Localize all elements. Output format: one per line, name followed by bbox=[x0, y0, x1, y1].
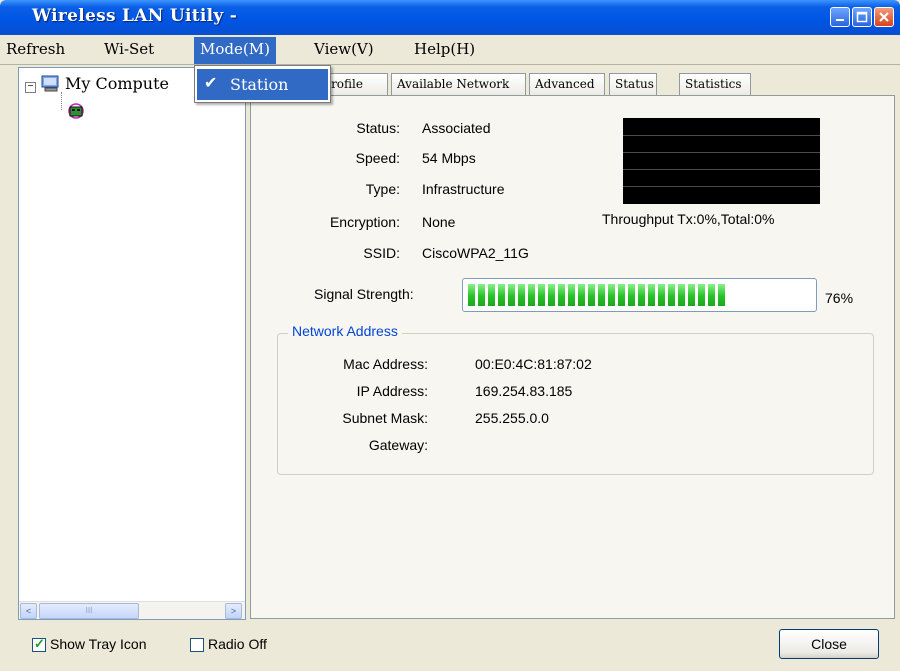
gateway-label: Gateway: bbox=[368, 437, 428, 453]
signal-segment bbox=[498, 284, 505, 306]
tree-horizontal-scrollbar[interactable]: < III > bbox=[19, 601, 245, 619]
show-tray-icon-label[interactable]: Show Tray Icon bbox=[50, 636, 147, 652]
radio-off-label[interactable]: Radio Off bbox=[208, 636, 267, 652]
network-address-group bbox=[277, 333, 874, 475]
speed-value: 54 Mbps bbox=[422, 150, 476, 166]
menu-help[interactable]: Help(H) bbox=[414, 40, 475, 58]
device-tree-panel[interactable]: − My Compute < III > bbox=[18, 67, 246, 620]
checkmark-icon: ✓ bbox=[34, 636, 45, 651]
signal-segment bbox=[658, 284, 665, 306]
network-adapter-icon[interactable] bbox=[65, 103, 87, 121]
graph-gridline bbox=[623, 152, 820, 153]
signal-segment bbox=[588, 284, 595, 306]
speed-label: Speed: bbox=[355, 150, 400, 166]
signal-segment bbox=[468, 284, 475, 306]
tree-collapse-icon[interactable]: − bbox=[25, 82, 36, 93]
signal-segment bbox=[648, 284, 655, 306]
maximize-button[interactable] bbox=[852, 7, 872, 27]
signal-strength-fill bbox=[468, 284, 728, 306]
signal-segment bbox=[618, 284, 625, 306]
signal-segment bbox=[528, 284, 535, 306]
graph-gridline bbox=[623, 186, 820, 187]
signal-segment bbox=[578, 284, 585, 306]
signal-segment bbox=[698, 284, 705, 306]
close-window-button[interactable] bbox=[874, 7, 894, 27]
signal-segment bbox=[558, 284, 565, 306]
minimize-icon bbox=[836, 19, 844, 21]
title-bar[interactable]: Wireless LAN Uitily - bbox=[0, 0, 900, 35]
window-title: Wireless LAN Uitily - bbox=[32, 6, 238, 26]
status-label: Status: bbox=[356, 120, 400, 136]
menu-item-station[interactable]: ✔ Station bbox=[197, 69, 328, 100]
signal-segment bbox=[478, 284, 485, 306]
menu-bar: Refresh Wi-Set Mode(M) View(V) Help(H) bbox=[0, 35, 900, 65]
menu-refresh[interactable]: Refresh bbox=[6, 40, 65, 58]
subnet-mask-label: Subnet Mask: bbox=[342, 410, 428, 426]
ip-address-label: IP Address: bbox=[356, 383, 428, 399]
signal-segment bbox=[638, 284, 645, 306]
signal-strength-percent: 76% bbox=[825, 290, 854, 306]
encryption-label: Encryption: bbox=[329, 214, 400, 230]
computer-icon bbox=[41, 75, 59, 92]
signal-segment bbox=[608, 284, 615, 306]
ssid-value: CiscoWPA2_11G bbox=[422, 245, 529, 261]
close-icon bbox=[879, 12, 889, 22]
signal-segment bbox=[678, 284, 685, 306]
radio-off-checkbox[interactable] bbox=[190, 638, 204, 652]
signal-segment bbox=[668, 284, 675, 306]
tab-statistics[interactable]: Statistics bbox=[679, 73, 751, 95]
maximize-icon bbox=[856, 11, 868, 23]
ssid-label: SSID: bbox=[363, 245, 400, 261]
signal-segment bbox=[538, 284, 545, 306]
type-label: Type: bbox=[365, 181, 400, 197]
scroll-right-icon[interactable]: > bbox=[225, 603, 242, 619]
menu-item-station-label: Station bbox=[230, 75, 289, 94]
encryption-value: None bbox=[422, 214, 456, 230]
menu-view[interactable]: View(V) bbox=[314, 40, 374, 58]
signal-segment bbox=[488, 284, 495, 306]
ip-address-value: 169.254.83.185 bbox=[475, 383, 573, 399]
tree-node-my-computer[interactable]: My Compute bbox=[65, 74, 169, 93]
signal-segment bbox=[548, 284, 555, 306]
menu-wi-set[interactable]: Wi-Set bbox=[104, 40, 154, 58]
mac-address-label: Mac Address: bbox=[343, 356, 428, 372]
mode-dropdown-menu: ✔ Station bbox=[194, 65, 331, 103]
scroll-left-icon[interactable]: < bbox=[20, 603, 37, 619]
mac-address-value: 00:E0:4C:81:87:02 bbox=[475, 356, 592, 372]
signal-segment bbox=[718, 284, 725, 306]
signal-strength-bar bbox=[462, 278, 817, 312]
tab-status[interactable]: Status bbox=[609, 73, 657, 95]
signal-segment bbox=[708, 284, 715, 306]
tab-advanced[interactable]: Advanced bbox=[529, 73, 605, 95]
signal-strength-label: Signal Strength: bbox=[314, 286, 414, 302]
signal-segment bbox=[628, 284, 635, 306]
menu-mode[interactable]: Mode(M) bbox=[194, 37, 276, 64]
network-address-title: Network Address bbox=[288, 323, 402, 339]
scroll-thumb[interactable]: III bbox=[39, 603, 139, 619]
signal-segment bbox=[688, 284, 695, 306]
signal-segment bbox=[568, 284, 575, 306]
signal-segment bbox=[518, 284, 525, 306]
type-value: Infrastructure bbox=[422, 181, 505, 197]
show-tray-icon-checkbox[interactable]: ✓ bbox=[32, 636, 46, 652]
signal-segment bbox=[508, 284, 515, 306]
minimize-button[interactable] bbox=[830, 7, 850, 27]
throughput-graph bbox=[623, 118, 820, 204]
tab-available-network[interactable]: Available Network bbox=[391, 73, 526, 95]
subnet-mask-value: 255.255.0.0 bbox=[475, 410, 549, 426]
graph-gridline bbox=[623, 135, 820, 136]
throughput-text: Throughput Tx:0%,Total:0% bbox=[602, 211, 775, 227]
signal-segment bbox=[598, 284, 605, 306]
graph-gridline bbox=[623, 169, 820, 170]
checkmark-icon: ✔ bbox=[204, 73, 218, 92]
status-value: Associated bbox=[422, 120, 491, 136]
tree-connector bbox=[61, 92, 62, 110]
close-button[interactable]: Close bbox=[779, 629, 879, 659]
